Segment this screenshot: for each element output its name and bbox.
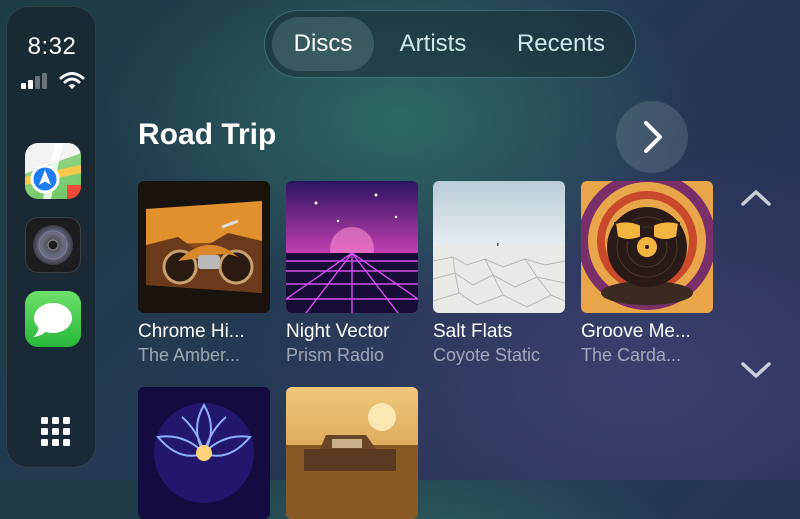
album-art: [138, 181, 270, 313]
wifi-icon: [59, 72, 85, 89]
tab-recents[interactable]: Recents: [493, 17, 629, 71]
album-artist: Coyote Static: [433, 345, 541, 365]
album-artist: Prism Radio: [286, 345, 385, 365]
chevron-right-icon: [644, 121, 662, 153]
clock: 8:32: [27, 33, 77, 60]
album-card[interactable]: [138, 387, 270, 519]
sidebar: 8:32: [6, 6, 96, 468]
next-button[interactable]: [616, 101, 688, 173]
album-card[interactable]: Salt Flats Coyote Static: [433, 181, 565, 365]
messages-icon[interactable]: [25, 291, 81, 347]
album-artist: The Carda...: [581, 345, 682, 365]
album-art: [433, 181, 565, 313]
album-art: [286, 181, 418, 313]
album-title: Chrome Hi...: [138, 321, 245, 342]
maps-icon[interactable]: [25, 143, 81, 199]
album-artist: The Amber...: [138, 345, 241, 365]
app-grid-icon[interactable]: [41, 417, 71, 447]
chevron-down-icon: [741, 362, 771, 378]
tab-artists[interactable]: Artists: [379, 17, 487, 71]
status-indicators: [21, 72, 85, 93]
album-card[interactable]: [286, 387, 418, 519]
album-title: Night Vector: [286, 321, 390, 342]
album-card[interactable]: Chrome Hi... The Amber...: [138, 181, 270, 365]
scroll-down-button[interactable]: [740, 358, 772, 382]
album-card[interactable]: Night Vector Prism Radio: [286, 181, 418, 365]
cellular-signal-icon: [21, 73, 51, 89]
section-title: Road Trip: [138, 118, 277, 151]
album-art: [138, 387, 270, 519]
album-art: [581, 181, 713, 313]
segmented-tab-bar: Discs Artists Recents: [264, 10, 636, 78]
tab-discs[interactable]: Discs: [272, 17, 374, 71]
album-art: [286, 387, 418, 519]
album-title: Groove Me...: [581, 321, 691, 342]
chevron-up-icon: [741, 190, 771, 206]
scroll-up-button[interactable]: [740, 186, 772, 210]
music-disc-icon[interactable]: [25, 217, 81, 273]
album-title: Salt Flats: [433, 321, 513, 342]
album-card[interactable]: Groove Me... The Carda...: [581, 181, 713, 365]
